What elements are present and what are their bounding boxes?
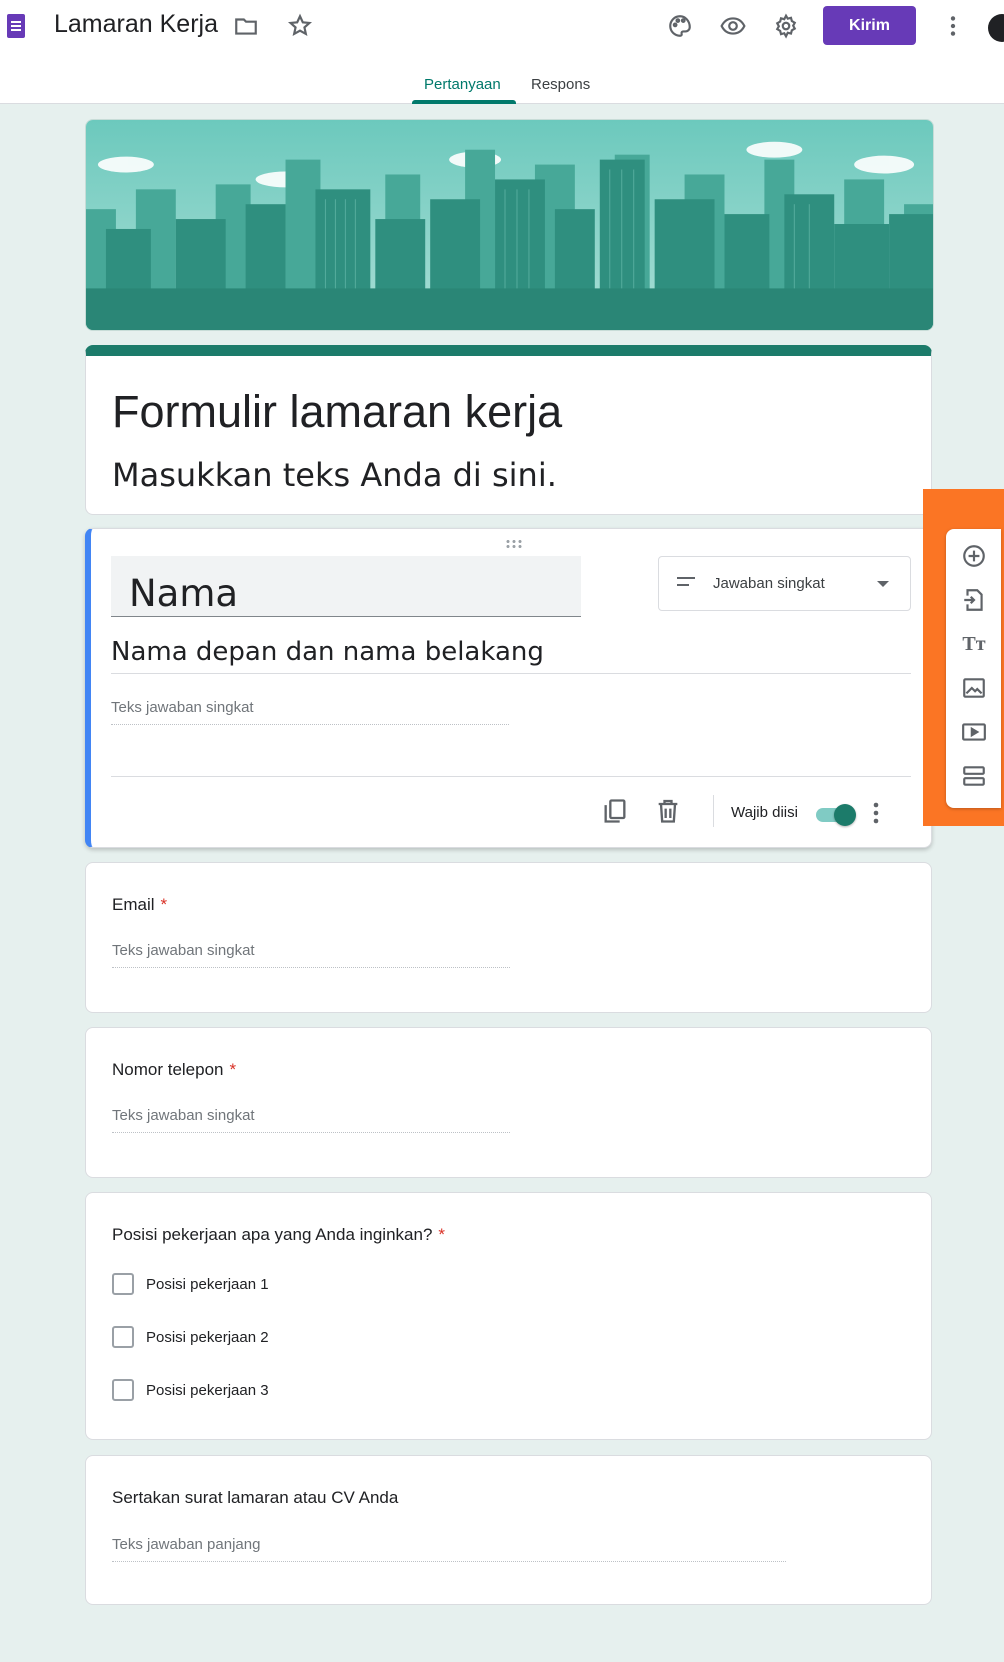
duplicate-icon[interactable] (601, 797, 629, 825)
header-image-banner (85, 119, 934, 331)
add-section-icon[interactable] (960, 762, 988, 790)
import-questions-icon[interactable] (960, 586, 988, 614)
answer-placeholder: Teks jawaban singkat (111, 699, 509, 725)
form-description[interactable]: Masukkan teks Anda di sini. (112, 456, 557, 494)
question-title-text: Nama (129, 572, 239, 615)
trash-icon[interactable] (654, 797, 682, 825)
checkbox[interactable] (112, 1273, 134, 1295)
question-label: Posisi pekerjaan apa yang Anda inginkan?… (112, 1225, 445, 1245)
question-description-field[interactable]: Nama depan dan nama belakang (111, 637, 911, 674)
answer-placeholder: Teks jawaban panjang (112, 1536, 786, 1562)
required-asterisk: * (229, 1060, 237, 1079)
active-tab-indicator (412, 100, 516, 104)
folder-icon[interactable] (230, 10, 262, 42)
floating-toolbar: Tт (946, 529, 1001, 808)
question-card-phone[interactable]: Nomor telepon * Teks jawaban singkat (85, 1027, 932, 1178)
tab-responses[interactable]: Respons (531, 76, 590, 93)
question-card-email[interactable]: Email * Teks jawaban singkat (85, 862, 932, 1013)
question-card-active[interactable]: Nama Jawaban singkat Nama depan dan nama… (85, 528, 932, 848)
add-question-icon[interactable] (960, 542, 988, 570)
required-toggle[interactable] (816, 804, 856, 826)
add-title-icon[interactable]: Tт (960, 630, 988, 658)
add-title-glyph: Tт (962, 632, 986, 655)
question-label-text: Posisi pekerjaan apa yang Anda inginkan? (112, 1225, 433, 1244)
checkbox-label: Posisi pekerjaan 1 (146, 1275, 269, 1293)
drag-handle-icon[interactable] (505, 539, 523, 549)
short-text-icon (677, 577, 695, 589)
add-video-icon[interactable] (960, 718, 988, 746)
checkbox-option[interactable]: Posisi pekerjaan 1 (112, 1272, 269, 1296)
star-icon[interactable] (284, 10, 316, 42)
avatar[interactable] (988, 14, 1004, 42)
answer-placeholder: Teks jawaban singkat (112, 1107, 510, 1133)
eye-icon[interactable] (717, 10, 749, 42)
form-name[interactable]: Lamaran Kerja (54, 10, 218, 39)
question-type-label: Jawaban singkat (713, 575, 825, 592)
question-type-dropdown[interactable]: Jawaban singkat (658, 556, 911, 611)
chevron-down-icon (877, 581, 889, 587)
checkbox[interactable] (112, 1326, 134, 1348)
forms-logo-icon[interactable] (7, 14, 25, 38)
question-label-text: Email (112, 895, 155, 914)
question-label: Sertakan surat lamaran atau CV Anda (112, 1488, 399, 1507)
question-label-text: Nomor telepon (112, 1060, 224, 1079)
checkbox-option[interactable]: Posisi pekerjaan 3 (112, 1378, 269, 1402)
question-card-cv[interactable]: Sertakan surat lamaran atau CV Anda Teks… (85, 1455, 932, 1605)
question-label: Email * (112, 895, 167, 915)
gear-icon[interactable] (770, 10, 802, 42)
question-card-position[interactable]: Posisi pekerjaan apa yang Anda inginkan?… (85, 1192, 932, 1440)
add-image-icon[interactable] (960, 674, 988, 702)
more-vert-icon[interactable] (937, 10, 969, 42)
checkbox-option[interactable]: Posisi pekerjaan 2 (112, 1325, 269, 1349)
send-button[interactable]: Kirim (823, 6, 916, 45)
top-bar: Lamaran Kerja Kirim Pertanyaan Respons (0, 0, 1004, 104)
answer-placeholder: Teks jawaban singkat (112, 942, 510, 968)
form-title[interactable]: Formulir lamaran kerja (112, 386, 562, 438)
required-asterisk: * (160, 895, 168, 914)
toggle-knob (834, 804, 856, 826)
palette-icon[interactable] (664, 10, 696, 42)
form-title-card[interactable]: Formulir lamaran kerja Masukkan teks And… (85, 345, 932, 515)
checkbox-label: Posisi pekerjaan 3 (146, 1381, 269, 1399)
tab-questions[interactable]: Pertanyaan (424, 76, 501, 93)
question-title-field[interactable]: Nama (111, 556, 581, 617)
checkbox[interactable] (112, 1379, 134, 1401)
required-asterisk: * (438, 1225, 446, 1244)
checkbox-label: Posisi pekerjaan 2 (146, 1328, 269, 1346)
question-label: Nomor telepon * (112, 1060, 236, 1080)
more-options-icon[interactable] (873, 801, 879, 825)
required-label: Wajib diisi (731, 804, 798, 821)
card-footer-divider (111, 776, 911, 777)
footer-separator (713, 795, 714, 827)
